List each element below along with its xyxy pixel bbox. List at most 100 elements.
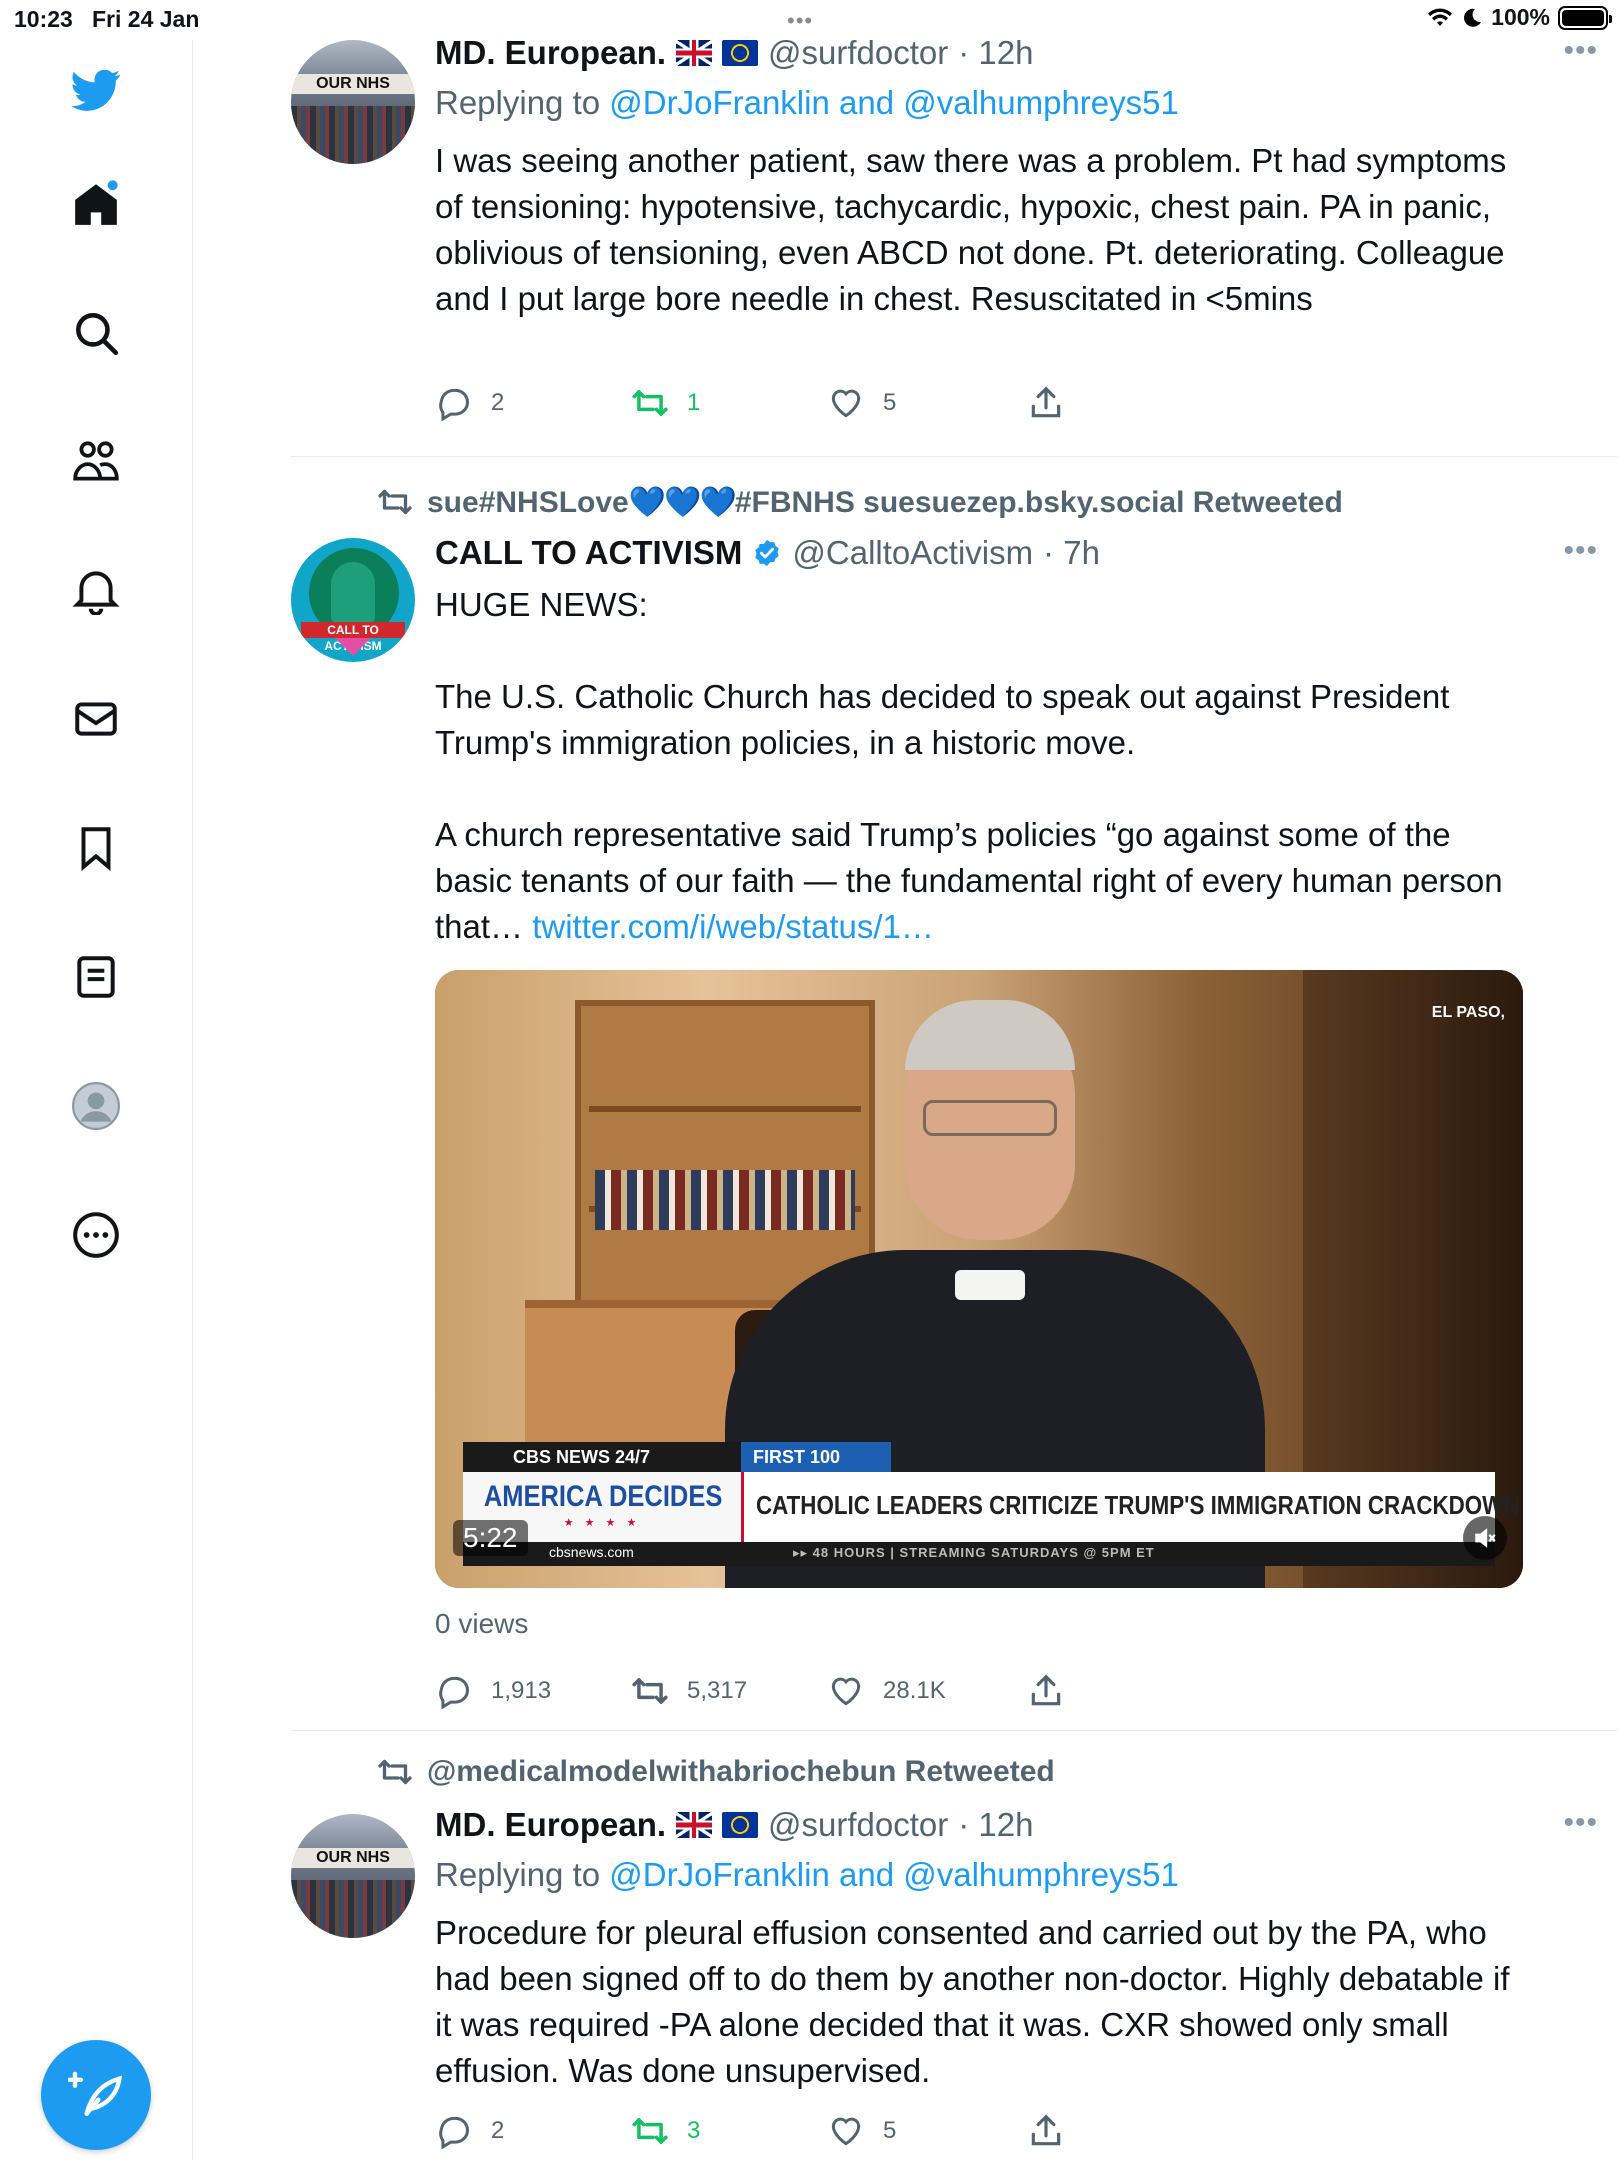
tweet-time: · 12h (958, 34, 1034, 71)
author-handle[interactable]: @CalltoActivism (792, 534, 1033, 572)
like-count: 5 (883, 2117, 897, 2144)
replying-to-link[interactable]: @DrJoFranklin and @valhumphreys51 (609, 1856, 1179, 1893)
avatar[interactable]: CALL TO ACTIVISM (291, 538, 415, 662)
reply-count: 1,913 (491, 1677, 552, 1704)
tweet-divider (291, 456, 1618, 457)
mute-button[interactable] (1463, 1516, 1507, 1560)
tweet-link[interactable]: twitter.com/i/web/status/1… (532, 908, 934, 945)
retweet-indicator-icon (378, 489, 412, 515)
retweet-button[interactable]: 3 (631, 2112, 700, 2150)
heart-icon (831, 2117, 861, 2146)
segment-label: FIRST 100 DAYS (741, 1442, 891, 1497)
news-site: cbsnews.com (549, 1544, 634, 1560)
view-count: 0 views (435, 1608, 529, 1639)
replying-to: Replying to @DrJoFranklin and @valhumphr… (435, 84, 1179, 121)
replying-to-link[interactable]: @DrJoFranklin and @valhumphreys51 (609, 84, 1179, 121)
tweet-text: I was seeing another patient, saw there … (435, 142, 1507, 317)
tweet-text: Procedure for pleural effusion consented… (435, 1914, 1510, 2089)
share-button[interactable] (1027, 384, 1065, 422)
retweet-button[interactable]: 1 (631, 384, 700, 422)
do-not-disturb-icon (1464, 8, 1482, 27)
heart-icon (831, 1677, 861, 1706)
lists-icon[interactable] (70, 951, 122, 1003)
home-icon[interactable] (70, 178, 122, 230)
replying-to: Replying to @DrJoFranklin and @valhumphr… (435, 1856, 1179, 1893)
like-button[interactable]: 28.1K (827, 1672, 946, 1710)
compose-tweet-icon (68, 2071, 123, 2116)
profile-icon[interactable] (70, 1080, 122, 1132)
status-time: 10:23 Fri 24 Jan (14, 6, 200, 32)
avatar[interactable]: OUR NHS (291, 40, 415, 164)
program-title: AMERICA DECIDES (483, 1480, 723, 1513)
twitter-logo-icon[interactable] (70, 64, 122, 116)
news-ticker: ▸▸ 48 HOURS | STREAMING SATURDAYS @ 5PM … (793, 1545, 1155, 1560)
news-headline: CATHOLIC LEADERS CRITICIZE TRUMP'S IMMIG… (756, 1490, 1520, 1520)
video-location-tag: EL PASO, (1431, 1004, 1505, 1021)
tweet-divider (291, 1730, 1618, 1731)
messages-icon[interactable] (70, 693, 122, 745)
author-name[interactable]: CALL TO ACTIVISM (435, 534, 742, 572)
tweet-time: · 7h (1043, 534, 1100, 571)
multitasking-dots[interactable]: ••• (787, 8, 813, 34)
retweeted-by[interactable]: sue#NHSLove💙💙💙#FBNHS suesuezep.bsky.soci… (377, 484, 1343, 520)
share-icon (1031, 386, 1061, 418)
share-button[interactable] (1027, 2112, 1065, 2150)
verified-badge-icon (755, 539, 780, 567)
network-label: CBS NEWS 24/7 (463, 1442, 741, 1472)
more-menu-icon[interactable]: ••• (1563, 34, 1598, 68)
tweet-actions: 2 1 5 (435, 384, 1135, 428)
eu-flag-icon (722, 40, 759, 66)
reply-icon (439, 1676, 469, 1710)
tweet-header: MD. European. @surfdoctor · 12h (435, 1806, 1033, 1844)
reply-button[interactable]: 1,913 (435, 1672, 551, 1710)
share-icon (1031, 1674, 1061, 1706)
author-name[interactable]: MD. European. (435, 1806, 666, 1844)
tweet-header: CALL TO ACTIVISM @CalltoActivism · 7h (435, 534, 1100, 572)
more-menu-icon[interactable]: ••• (1563, 1806, 1598, 1840)
compose-tweet-button[interactable] (41, 2040, 151, 2150)
tweet-header: MD. European. @surfdoctor · 12h (435, 34, 1033, 72)
retweet-button[interactable]: 5,317 (631, 1672, 747, 1710)
notifications-icon[interactable] (70, 564, 122, 616)
reply-button[interactable]: 2 (435, 2112, 504, 2150)
bookmarks-icon[interactable] (70, 822, 122, 874)
tweet-time: · 12h (958, 1806, 1034, 1843)
tweet-actions: 2 3 5 (435, 2112, 1135, 2156)
tweet-actions: 1,913 5,317 28.1K (435, 1672, 1135, 1716)
video-player[interactable]: EL PASO, CBS NEWS 24/7 FIRST 100 DAYS AM… (435, 970, 1523, 1588)
like-button[interactable]: 5 (827, 2112, 896, 2150)
share-button[interactable] (1027, 1672, 1065, 1710)
uk-flag-icon (676, 1812, 713, 1838)
reply-count: 2 (491, 2117, 505, 2144)
retweet-count: 1 (687, 389, 701, 416)
blue-hearts-emoji: 💙💙💙 (628, 485, 737, 519)
reply-icon (439, 388, 469, 422)
communities-icon[interactable] (70, 436, 122, 488)
video-duration: 5:22 (453, 1520, 528, 1556)
search-icon[interactable] (70, 307, 122, 359)
retweeted-by[interactable]: @medicalmodelwithabriochebun Retweeted (377, 1754, 1055, 1790)
retweet-indicator-icon (378, 1759, 412, 1785)
news-lower-third: CBS NEWS 24/7 FIRST 100 DAYS AMERICA DEC… (463, 1442, 1519, 1566)
author-handle[interactable]: @surfdoctor (768, 1806, 948, 1844)
avatar[interactable]: OUR NHS (291, 1814, 415, 1938)
like-count: 5 (883, 389, 897, 416)
reply-count: 2 (491, 389, 505, 416)
muted-speaker-icon (1475, 1528, 1496, 1548)
retweet-icon (632, 1678, 668, 1704)
like-button[interactable]: 5 (827, 384, 896, 422)
retweet-count: 5,317 (687, 1677, 748, 1704)
battery-percent: 100% (1491, 4, 1550, 30)
reply-button[interactable]: 2 (435, 384, 504, 422)
share-icon (1031, 2114, 1061, 2146)
sidebar (0, 40, 193, 2160)
battery-icon (1558, 5, 1612, 30)
author-handle[interactable]: @surfdoctor (768, 34, 948, 72)
status-indicators: 100% (1427, 4, 1612, 31)
like-count: 28.1K (883, 1677, 946, 1704)
uk-flag-icon (676, 40, 713, 66)
more-options-icon[interactable] (70, 1209, 122, 1261)
author-name[interactable]: MD. European. (435, 34, 666, 72)
heart-icon (831, 389, 861, 418)
more-menu-icon[interactable]: ••• (1563, 534, 1598, 568)
